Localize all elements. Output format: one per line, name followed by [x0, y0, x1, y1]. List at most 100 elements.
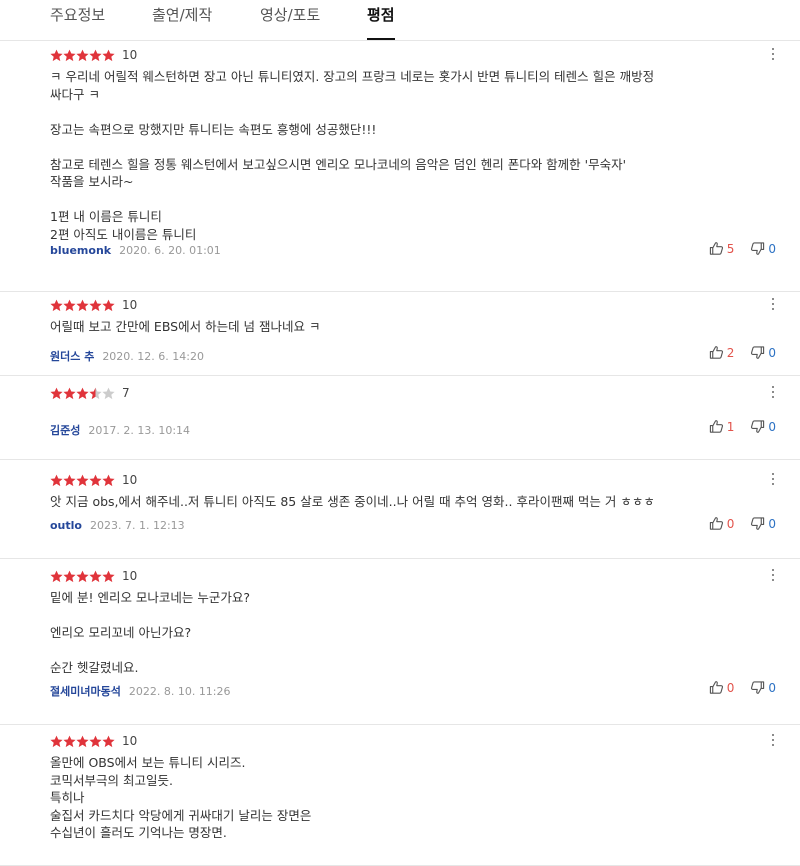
tab-video-photo[interactable]: 영상/포토 — [260, 0, 320, 38]
rating-row: 10 — [50, 473, 137, 487]
star-icon — [76, 387, 89, 399]
rating-row: 10 — [50, 48, 137, 62]
dislike-count: 0 — [768, 516, 776, 531]
rating-row: 10 — [50, 734, 137, 748]
thumbs-down-icon — [751, 420, 765, 433]
star-rating — [50, 387, 115, 400]
rating-score: 7 — [122, 386, 130, 400]
thumbs-up-icon — [709, 420, 723, 433]
review-meta: outlo 2023. 7. 1. 12:13 — [50, 519, 185, 532]
more-options-icon[interactable] — [768, 297, 778, 313]
review-list: 10 ㅋ 우리네 어릴적 웨스턴하면 장고 아닌 튜니티였지. 장고의 프랑크 네… — [0, 41, 800, 866]
review-author[interactable]: 원더스 추 — [50, 348, 94, 364]
star-icon — [102, 49, 115, 61]
review-text: 어릴때 보고 간만에 EBS에서 하는데 넘 잼나네요 ㅋ — [50, 319, 321, 334]
rating-row: 10 — [50, 298, 137, 312]
review-text: ㅋ 우리네 어릴적 웨스턴하면 장고 아닌 튜니티였지. 장고의 프랑크 네로는… — [50, 69, 655, 242]
thumbs-up-icon — [709, 681, 723, 694]
star-icon — [89, 387, 102, 399]
review-item: 10 ㅋ 우리네 어릴적 웨스턴하면 장고 아닌 튜니티였지. 장고의 프랑크 네… — [0, 41, 800, 292]
tab-ratings[interactable]: 평점 — [367, 0, 395, 40]
review-item: 10 밑에 분! 엔리오 모나코네는 누군가요? 엔리오 모리꼬네 아닌가요? 순… — [0, 559, 800, 725]
star-icon — [76, 570, 89, 582]
like-button[interactable]: 1 — [709, 419, 735, 434]
star-icon — [63, 735, 76, 747]
star-icon — [89, 49, 102, 61]
rating-score: 10 — [122, 734, 138, 748]
thumbs-down-icon — [751, 346, 765, 359]
review-item: 10 올만에 OBS에서 보는 튜니티 시리즈. 코믹서부극의 최고일듯. 특히나… — [0, 725, 800, 866]
star-icon — [63, 387, 76, 399]
dislike-count: 0 — [768, 345, 776, 360]
review-meta: bluemonk 2020. 6. 20. 01:01 — [50, 244, 221, 257]
star-icon — [50, 387, 63, 399]
review-author[interactable]: 절세미녀마동석 — [50, 683, 121, 699]
review-item: 7 김준성 2017. 2. 13. 10:14 1 0 — [0, 376, 800, 460]
rating-row: 10 — [50, 569, 137, 583]
review-item: 10 어릴때 보고 간만에 EBS에서 하는데 넘 잼나네요 ㅋ 원더스 추 2020… — [0, 292, 800, 376]
more-options-icon[interactable] — [768, 733, 778, 749]
review-meta: 절세미녀마동석 2022. 8. 10. 11:26 — [50, 683, 231, 699]
star-icon — [50, 299, 63, 311]
dislike-button[interactable]: 0 — [750, 241, 776, 256]
dislike-button[interactable]: 0 — [750, 419, 776, 434]
star-icon — [102, 474, 115, 486]
star-rating — [50, 735, 115, 748]
star-icon — [63, 49, 76, 61]
like-button[interactable]: 2 — [709, 345, 735, 360]
review-meta: 원더스 추 2020. 12. 6. 14:20 — [50, 348, 204, 364]
review-text: 밑에 분! 엔리오 모나코네는 누군가요? 엔리오 모리꼬네 아닌가요? 순간 … — [50, 590, 251, 675]
review-date: 2020. 12. 6. 14:20 — [102, 349, 204, 363]
rating-score: 10 — [122, 473, 138, 487]
like-count: 1 — [726, 419, 735, 434]
star-icon — [50, 474, 63, 486]
rating-row: 7 — [50, 386, 130, 400]
more-options-icon[interactable] — [768, 472, 778, 488]
review-date: 2017. 2. 13. 10:14 — [88, 423, 191, 437]
star-icon — [76, 49, 89, 61]
tab-cast-crew[interactable]: 출연/제작 — [152, 0, 212, 38]
star-icon — [89, 735, 102, 747]
thumbs-up-icon — [709, 517, 723, 530]
star-icon — [102, 570, 115, 582]
review-author[interactable]: 김준성 — [50, 422, 80, 438]
like-button[interactable]: 0 — [709, 680, 734, 695]
like-button[interactable]: 0 — [709, 516, 735, 531]
review-author[interactable]: outlo — [50, 519, 82, 532]
rating-score: 10 — [122, 48, 138, 62]
star-icon — [76, 299, 89, 311]
star-icon — [102, 735, 115, 747]
thumbs-down-icon — [751, 517, 765, 530]
star-icon — [50, 49, 63, 61]
more-options-icon[interactable] — [768, 47, 778, 63]
star-rating — [50, 474, 115, 487]
tab-main-info[interactable]: 주요정보 — [50, 0, 105, 38]
like-count: 2 — [726, 345, 735, 360]
review-author[interactable]: bluemonk — [50, 244, 111, 257]
like-count: 0 — [726, 516, 735, 531]
thumbs-up-icon — [709, 346, 723, 359]
star-icon — [102, 387, 115, 399]
vote-controls: 00 — [709, 516, 776, 531]
star-icon — [76, 474, 89, 486]
dislike-button[interactable]: 0 — [750, 680, 776, 695]
dislike-button[interactable]: 0 — [750, 516, 776, 531]
star-rating — [50, 570, 115, 583]
rating-score: 10 — [122, 298, 138, 312]
thumbs-up-icon — [709, 242, 723, 255]
review-text: 올만에 OBS에서 보는 튜니티 시리즈. 코믹서부극의 최고일듯. 특히나 술… — [50, 755, 312, 840]
dislike-count: 0 — [768, 241, 776, 256]
star-icon — [89, 570, 102, 582]
star-icon — [50, 735, 63, 747]
dislike-count: 0 — [768, 419, 776, 434]
rating-score: 10 — [122, 569, 138, 583]
dislike-button[interactable]: 0 — [750, 345, 776, 360]
vote-controls: 10 — [709, 419, 776, 434]
review-date: 2020. 6. 20. 01:01 — [119, 244, 221, 257]
like-button[interactable]: 5 — [709, 241, 734, 256]
star-icon — [50, 570, 63, 582]
more-options-icon[interactable] — [768, 385, 778, 401]
more-options-icon[interactable] — [768, 568, 778, 584]
star-icon — [89, 299, 102, 311]
review-item: 10 앗 지금 obs,에서 해주네..저 튜니티 아직도 85 살로 생존 중이… — [0, 460, 800, 559]
